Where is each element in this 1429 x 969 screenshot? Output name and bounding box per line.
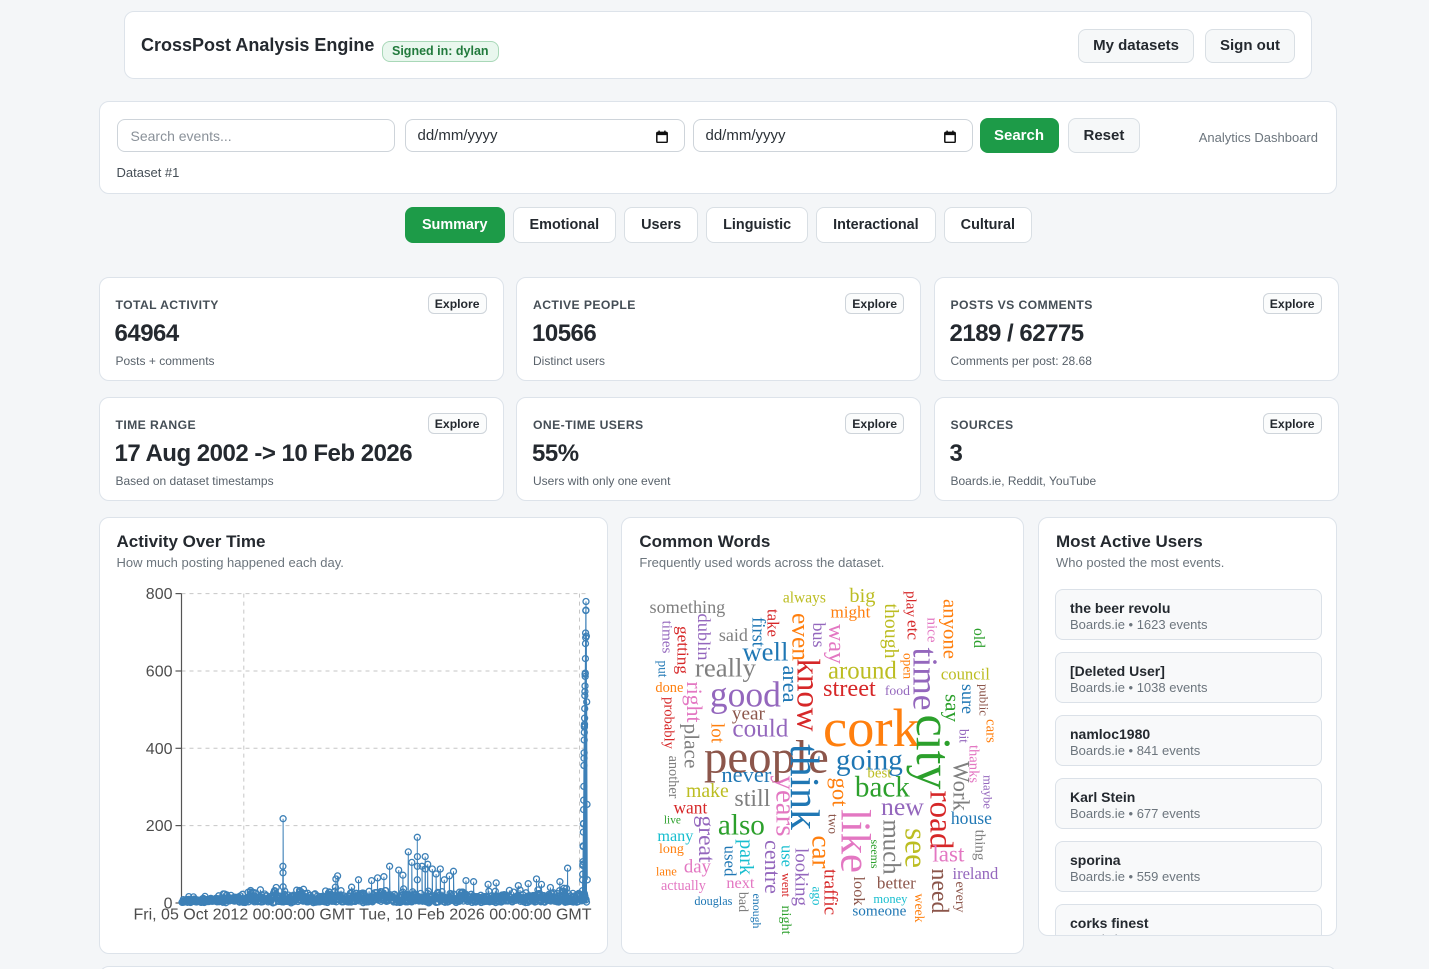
svg-text:600: 600 <box>145 664 172 681</box>
svg-text:Tue, 10 Feb 2026 00:00:00 GMT: Tue, 10 Feb 2026 00:00:00 GMT <box>359 907 592 924</box>
svg-text:200: 200 <box>145 818 172 835</box>
svg-text:800: 800 <box>145 586 172 603</box>
svg-text:Fri, 05 Oct 2012 00:00:00 GMT: Fri, 05 Oct 2012 00:00:00 GMT <box>133 907 355 924</box>
svg-text:400: 400 <box>145 741 172 758</box>
